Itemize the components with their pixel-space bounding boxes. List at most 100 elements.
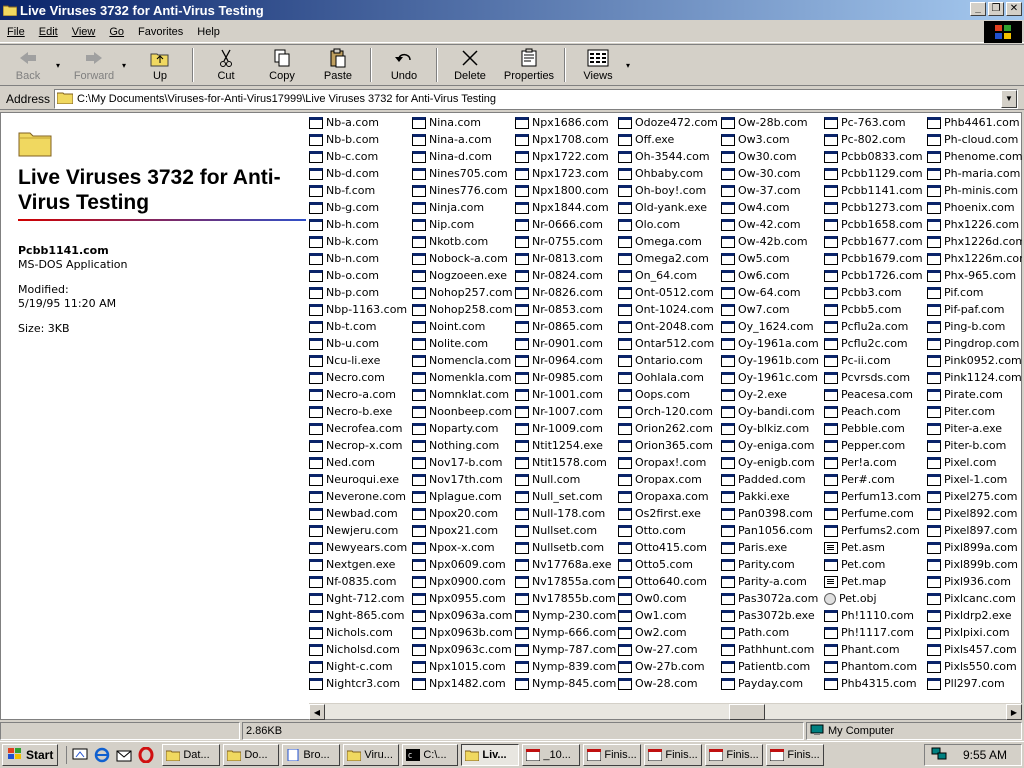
file-item[interactable]: Oropax!.com (618, 454, 706, 471)
menu-help[interactable]: Help (190, 26, 227, 38)
file-item[interactable]: Pcbb1141.com (824, 182, 923, 199)
taskbar-task-bro[interactable]: Bro... (282, 744, 341, 766)
file-item[interactable]: Ow-27b.com (618, 658, 705, 675)
file-item[interactable]: Npx0963c.com (412, 641, 512, 658)
up-button[interactable]: Up (132, 45, 188, 85)
file-item[interactable]: Peacesa.com (824, 386, 913, 403)
file-item[interactable]: Nightcr3.com (309, 675, 400, 692)
file-item[interactable]: Ont-0512.com (618, 284, 714, 301)
file-item[interactable]: Nkotb.com (412, 233, 488, 250)
file-item[interactable]: Nb-k.com (309, 233, 379, 250)
file-item[interactable]: Orion262.com (618, 420, 713, 437)
file-item[interactable]: Ntit1254.exe (515, 437, 603, 454)
file-item[interactable]: Nb-u.com (309, 335, 379, 352)
file-item[interactable]: Nymp-845.com (515, 675, 616, 692)
file-item[interactable]: Necro-a.com (309, 386, 396, 403)
file-item[interactable]: Npx0609.com (412, 556, 506, 573)
file-item[interactable]: Phx1226.com (927, 216, 1019, 233)
file-item[interactable]: Phb4315.com (824, 675, 917, 692)
file-item[interactable]: Parity-a.com (721, 573, 807, 590)
file-item[interactable]: Otto415.com (618, 539, 707, 556)
file-item[interactable]: Nextgen.exe (309, 556, 395, 573)
file-item[interactable]: Perfume.com (824, 505, 914, 522)
file-item[interactable]: Nymp-230.com (515, 607, 616, 624)
file-item[interactable]: Npox21.com (412, 522, 498, 539)
file-item[interactable]: Pas3072a.com (721, 590, 818, 607)
address-input[interactable]: C:\My Documents\Viruses-for-Anti-Virus17… (54, 88, 1018, 109)
file-item[interactable]: Nina-d.com (412, 148, 492, 165)
file-item[interactable]: Pc-802.com (824, 131, 906, 148)
file-item[interactable]: Nf-0835.com (309, 573, 396, 590)
file-item[interactable]: Oy-2.exe (721, 386, 787, 403)
maximize-button[interactable]: ❐ (988, 2, 1004, 16)
file-item[interactable]: Pcbb1679.com (824, 250, 923, 267)
file-item[interactable]: Ow2.com (618, 624, 687, 641)
file-item[interactable]: Nymp-839.com (515, 658, 616, 675)
file-item[interactable]: Nr-0826.com (515, 284, 603, 301)
file-item[interactable]: Oy-enigb.com (721, 454, 815, 471)
file-item[interactable]: Nb-f.com (309, 182, 375, 199)
file-item[interactable]: Pink0952.com (927, 352, 1022, 369)
file-item[interactable]: Pixel.com (927, 454, 996, 471)
file-item[interactable]: Per!a.com (824, 454, 897, 471)
file-item[interactable]: Noparty.com (412, 420, 498, 437)
file-item[interactable]: Nr-0865.com (515, 318, 603, 335)
file-item[interactable]: Nr-0964.com (515, 352, 603, 369)
scroll-right-button[interactable]: ▶ (1006, 704, 1022, 720)
file-item[interactable]: Nr-0824.com (515, 267, 603, 284)
file-item[interactable]: Pcbb1677.com (824, 233, 923, 250)
file-item[interactable]: Nina-a.com (412, 131, 492, 148)
file-item[interactable]: Omega2.com (618, 250, 709, 267)
file-item[interactable]: Nb-d.com (309, 165, 379, 182)
file-item[interactable]: Pif-paf.com (927, 301, 1004, 318)
file-item[interactable]: Ow4.com (721, 199, 790, 216)
file-item[interactable]: Npx1482.com (412, 675, 506, 692)
file-item[interactable]: Pepper.com (824, 437, 905, 454)
file-item[interactable]: Nichols.com (309, 624, 393, 641)
file-item[interactable]: Ncu-li.exe (309, 352, 380, 369)
file-item[interactable]: Ph-cloud.com (927, 131, 1018, 148)
file-item[interactable]: Path.com (721, 624, 789, 641)
address-dropdown-button[interactable]: ▼ (1001, 89, 1017, 108)
file-item[interactable]: Pixel-1.com (927, 471, 1007, 488)
file-item[interactable]: Neuroqui.exe (309, 471, 399, 488)
file-item[interactable]: Pingdrop.com (927, 335, 1019, 352)
file-item[interactable]: Null_set.com (515, 488, 603, 505)
file-item[interactable]: Nomnklat.com (412, 386, 509, 403)
file-item[interactable]: Pcvrsds.com (824, 369, 910, 386)
file-item[interactable]: Pcbb1658.com (824, 216, 923, 233)
forward-dropdown[interactable]: ▾ (122, 45, 132, 85)
file-item[interactable]: Pan0398.com (721, 505, 813, 522)
file-item[interactable]: Ow6.com (721, 267, 790, 284)
file-item[interactable]: Pcflu2c.com (824, 335, 908, 352)
opera-icon[interactable] (137, 746, 155, 764)
file-item[interactable]: Nicholsd.com (309, 641, 400, 658)
file-item[interactable]: Pet.obj (824, 590, 877, 607)
file-item[interactable]: Oh-3544.com (618, 148, 710, 165)
file-item[interactable]: Nymp-666.com (515, 624, 616, 641)
file-item[interactable]: Pixlpixi.com (927, 624, 1010, 641)
taskbar-task-10[interactable]: _10... (522, 744, 581, 766)
network-icon[interactable] (931, 747, 947, 764)
file-item[interactable]: Necro.com (309, 369, 385, 386)
file-item[interactable]: Pas3072b.exe (721, 607, 815, 624)
file-item[interactable]: Ph-maria.com (927, 165, 1020, 182)
clock[interactable]: 9:55 AM (963, 748, 1007, 762)
file-item[interactable]: Patientb.com (721, 658, 810, 675)
taskbar-task-finis-2[interactable]: Finis... (644, 744, 703, 766)
file-item[interactable]: Odoze472.com (618, 114, 718, 131)
file-item[interactable]: Nb-p.com (309, 284, 379, 301)
file-item[interactable]: Phx1226d.com (927, 233, 1022, 250)
copy-button[interactable]: Copy (254, 45, 310, 85)
file-item[interactable]: Ow-30.com (721, 165, 801, 182)
file-item[interactable]: Nb-h.com (309, 216, 379, 233)
file-item[interactable]: Nplague.com (412, 488, 502, 505)
scroll-left-button[interactable]: ◀ (309, 704, 325, 720)
file-item[interactable]: Piter-b.com (927, 437, 1006, 454)
file-item[interactable]: Npx0963a.com (412, 607, 512, 624)
undo-button[interactable]: Undo (376, 45, 432, 85)
menu-view[interactable]: View (65, 26, 103, 38)
file-item[interactable]: Ph-minis.com (927, 182, 1018, 199)
file-item[interactable]: Oy-1961a.com (721, 335, 819, 352)
file-item[interactable]: Ow5.com (721, 250, 790, 267)
